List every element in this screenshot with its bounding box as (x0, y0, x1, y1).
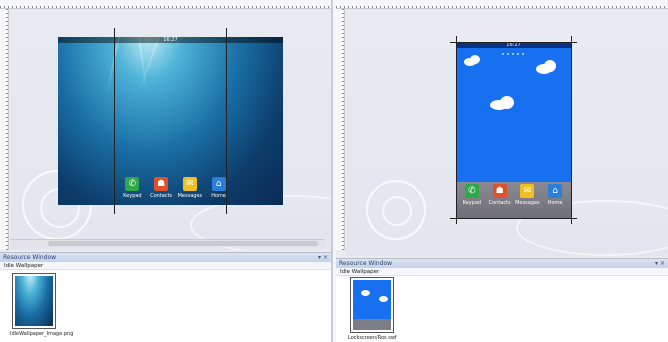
resource-window-header: Resource Window ▾ × (0, 253, 331, 262)
left-editor-pane: 16:27 ✆ Keypad ☗ Contacts ✉ Messages ⌂ H… (0, 0, 333, 342)
envelope-icon: ✉ (182, 177, 197, 191)
horizontal-ruler (336, 0, 668, 9)
thumbnail-image (353, 280, 391, 319)
phone-screen-preview[interactable]: 16:27 ✆ Keypad ☗ Contacts ✉ Messages ⌂ H… (456, 42, 571, 218)
horizontal-scrollbar[interactable] (10, 239, 325, 247)
design-canvas[interactable]: 16:27 ✆ Keypad ☗ Contacts ✉ Messages ⌂ H… (346, 10, 668, 256)
dock-label: Keypad (123, 193, 142, 199)
thumbnail-image (15, 276, 53, 326)
horizontal-ruler (0, 0, 331, 9)
dock-label: Home (547, 200, 563, 206)
dock-item-contacts[interactable]: ☗ Contacts (147, 177, 175, 199)
thumbnail-ground (353, 319, 391, 330)
dock-item-messages[interactable]: ✉ Messages (176, 177, 204, 199)
dock-item-home[interactable]: ⌂ Home (205, 177, 233, 199)
cloud (500, 96, 514, 109)
guide-line[interactable] (450, 218, 577, 219)
light-ray (105, 36, 120, 96)
decorative-swirl (382, 196, 412, 226)
thumbnail-caption: Lockscreen/Ros.swf (348, 335, 397, 341)
contacts-icon: ☗ (492, 184, 507, 198)
status-bar: 16:27 (58, 37, 283, 43)
editor-workspace: 16:27 ✆ Keypad ☗ Contacts ✉ Messages ⌂ H… (0, 0, 668, 342)
phone-screen-preview[interactable]: 16:27 ✆ Keypad ☗ Contacts ✉ Messages ⌂ H… (58, 36, 283, 205)
window-controls[interactable]: ▾ × (318, 253, 328, 262)
contacts-icon: ☗ (154, 177, 169, 191)
guide-line[interactable] (456, 36, 457, 224)
guide-line[interactable] (571, 36, 572, 224)
wallpaper-thumbnail[interactable] (350, 277, 394, 333)
phone-icon: ✆ (464, 184, 479, 198)
home-icon: ⌂ (211, 177, 226, 191)
dock-item-messages[interactable]: ✉ Messages (514, 184, 541, 206)
dock-item-keypad[interactable]: ✆ Keypad (118, 177, 146, 199)
dock-item-keypad[interactable]: ✆ Keypad (458, 184, 485, 206)
dock-label: Contacts (150, 193, 173, 199)
status-time: 16:27 (163, 37, 178, 43)
dock-item-contacts[interactable]: ☗ Contacts (486, 184, 513, 206)
dock-label: Keypad (462, 200, 482, 206)
envelope-icon: ✉ (520, 184, 535, 198)
dock-label: Contacts (488, 200, 511, 206)
right-editor-pane: 16:27 ✆ Keypad ☗ Contacts ✉ Messages ⌂ H… (336, 0, 668, 342)
cloud (544, 60, 556, 72)
vertical-ruler (336, 9, 345, 250)
cloud (379, 296, 388, 302)
dock-item-home[interactable]: ⌂ Home (542, 184, 569, 206)
design-canvas[interactable]: 16:27 ✆ Keypad ☗ Contacts ✉ Messages ⌂ H… (10, 10, 331, 250)
cloud (361, 290, 370, 296)
dock-label: Messages (515, 200, 540, 206)
app-dock: ✆ Keypad ☗ Contacts ✉ Messages ⌂ Home (458, 184, 569, 206)
resource-window-title: Resource Window (3, 254, 57, 261)
resource-window: Resource Window ▾ × Idle Wallpaper IdleW… (0, 252, 331, 342)
scrollbar-thumb[interactable] (48, 241, 318, 246)
wallpaper-thumbnail[interactable] (12, 273, 56, 329)
resource-section-label: Idle Wallpaper (336, 268, 668, 276)
app-dock: ✆ Keypad ☗ Contacts ✉ Messages ⌂ Home (118, 177, 233, 199)
dock-label: Home (211, 193, 226, 199)
guide-line[interactable] (450, 42, 577, 43)
resource-section-label: Idle Wallpaper (0, 262, 331, 270)
resource-window: Resource Window ▾ × Idle Wallpaper Locks… (336, 258, 668, 342)
resource-window-title: Resource Window (339, 260, 393, 267)
window-controls[interactable]: ▾ × (655, 259, 665, 268)
guide-line[interactable] (226, 28, 227, 214)
dock-label: Messages (177, 193, 203, 199)
phone-icon: ✆ (125, 177, 140, 191)
thumbnail-caption: IdleWallpaper_Image.png (10, 331, 74, 337)
cloud (470, 55, 480, 64)
home-icon: ⌂ (548, 184, 563, 198)
page-indicator (502, 53, 524, 55)
resource-window-header: Resource Window ▾ × (336, 259, 668, 268)
guide-line[interactable] (114, 28, 115, 214)
vertical-ruler (0, 9, 9, 250)
